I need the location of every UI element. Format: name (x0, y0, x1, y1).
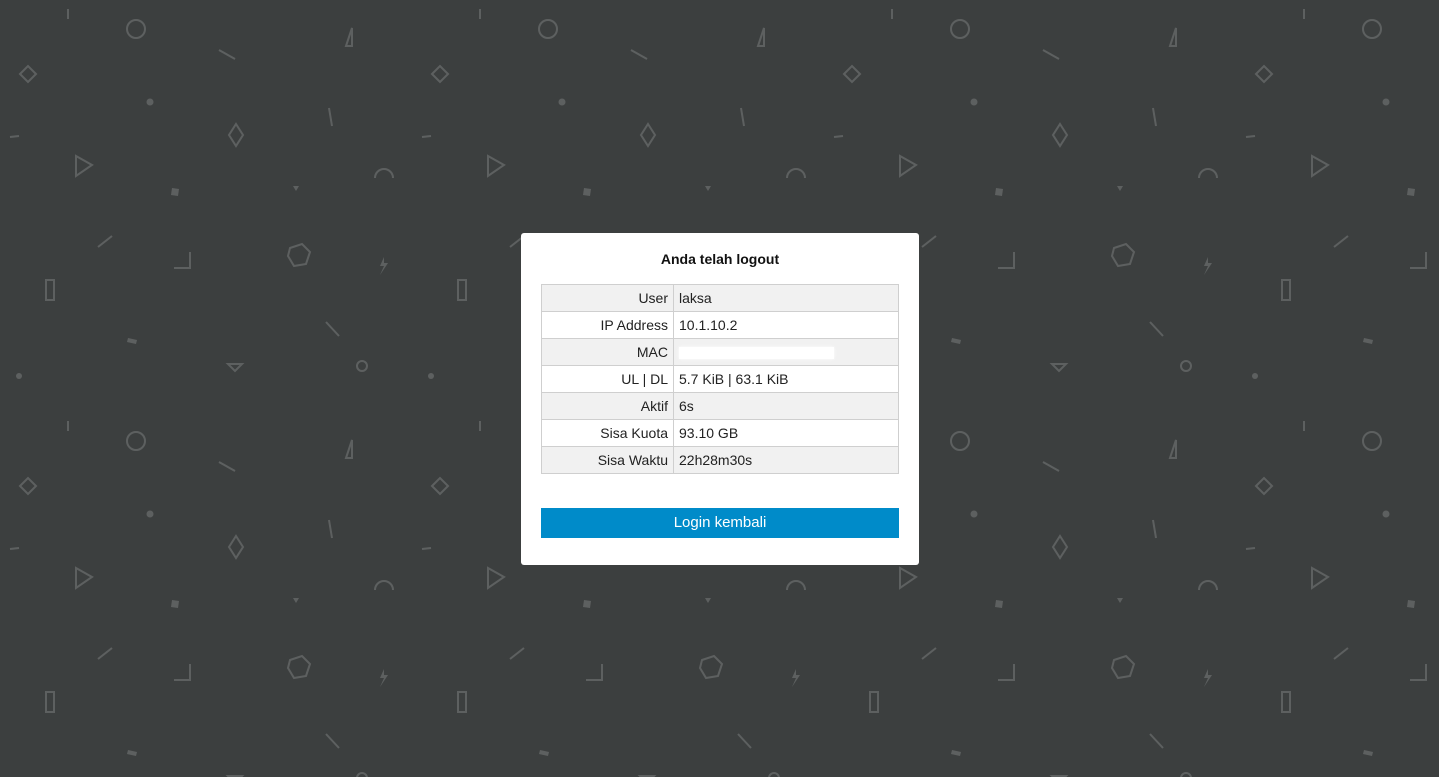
table-row: UL | DL 5.7 KiB | 63.1 KiB (541, 365, 899, 393)
card-title: Anda telah logout (660, 251, 780, 267)
sisa-waktu-label: Sisa Waktu (541, 446, 674, 474)
table-row: User laksa (541, 284, 899, 312)
ul-dl-value: 5.7 KiB | 63.1 KiB (673, 365, 899, 393)
ul-dl-label: UL | DL (541, 365, 674, 393)
mac-value (673, 338, 899, 366)
table-row: Aktif 6s (541, 392, 899, 420)
aktif-label: Aktif (541, 392, 674, 420)
login-again-button[interactable]: Login kembali (541, 508, 899, 538)
ip-address-value: 10.1.10.2 (673, 311, 899, 339)
logout-card: Anda telah logout User laksa IP Address … (521, 233, 919, 565)
session-info-table: User laksa IP Address 10.1.10.2 MAC UL |… (541, 284, 899, 474)
mac-redaction (679, 347, 834, 360)
mac-label: MAC (541, 338, 674, 366)
user-label: User (541, 284, 674, 312)
table-row: Sisa Kuota 93.10 GB (541, 419, 899, 447)
table-row: IP Address 10.1.10.2 (541, 311, 899, 339)
aktif-value: 6s (673, 392, 899, 420)
sisa-kuota-value: 93.10 GB (673, 419, 899, 447)
user-value: laksa (673, 284, 899, 312)
table-row: MAC (541, 338, 899, 366)
table-row: Sisa Waktu 22h28m30s (541, 446, 899, 474)
sisa-waktu-value: 22h28m30s (673, 446, 899, 474)
ip-address-label: IP Address (541, 311, 674, 339)
sisa-kuota-label: Sisa Kuota (541, 419, 674, 447)
